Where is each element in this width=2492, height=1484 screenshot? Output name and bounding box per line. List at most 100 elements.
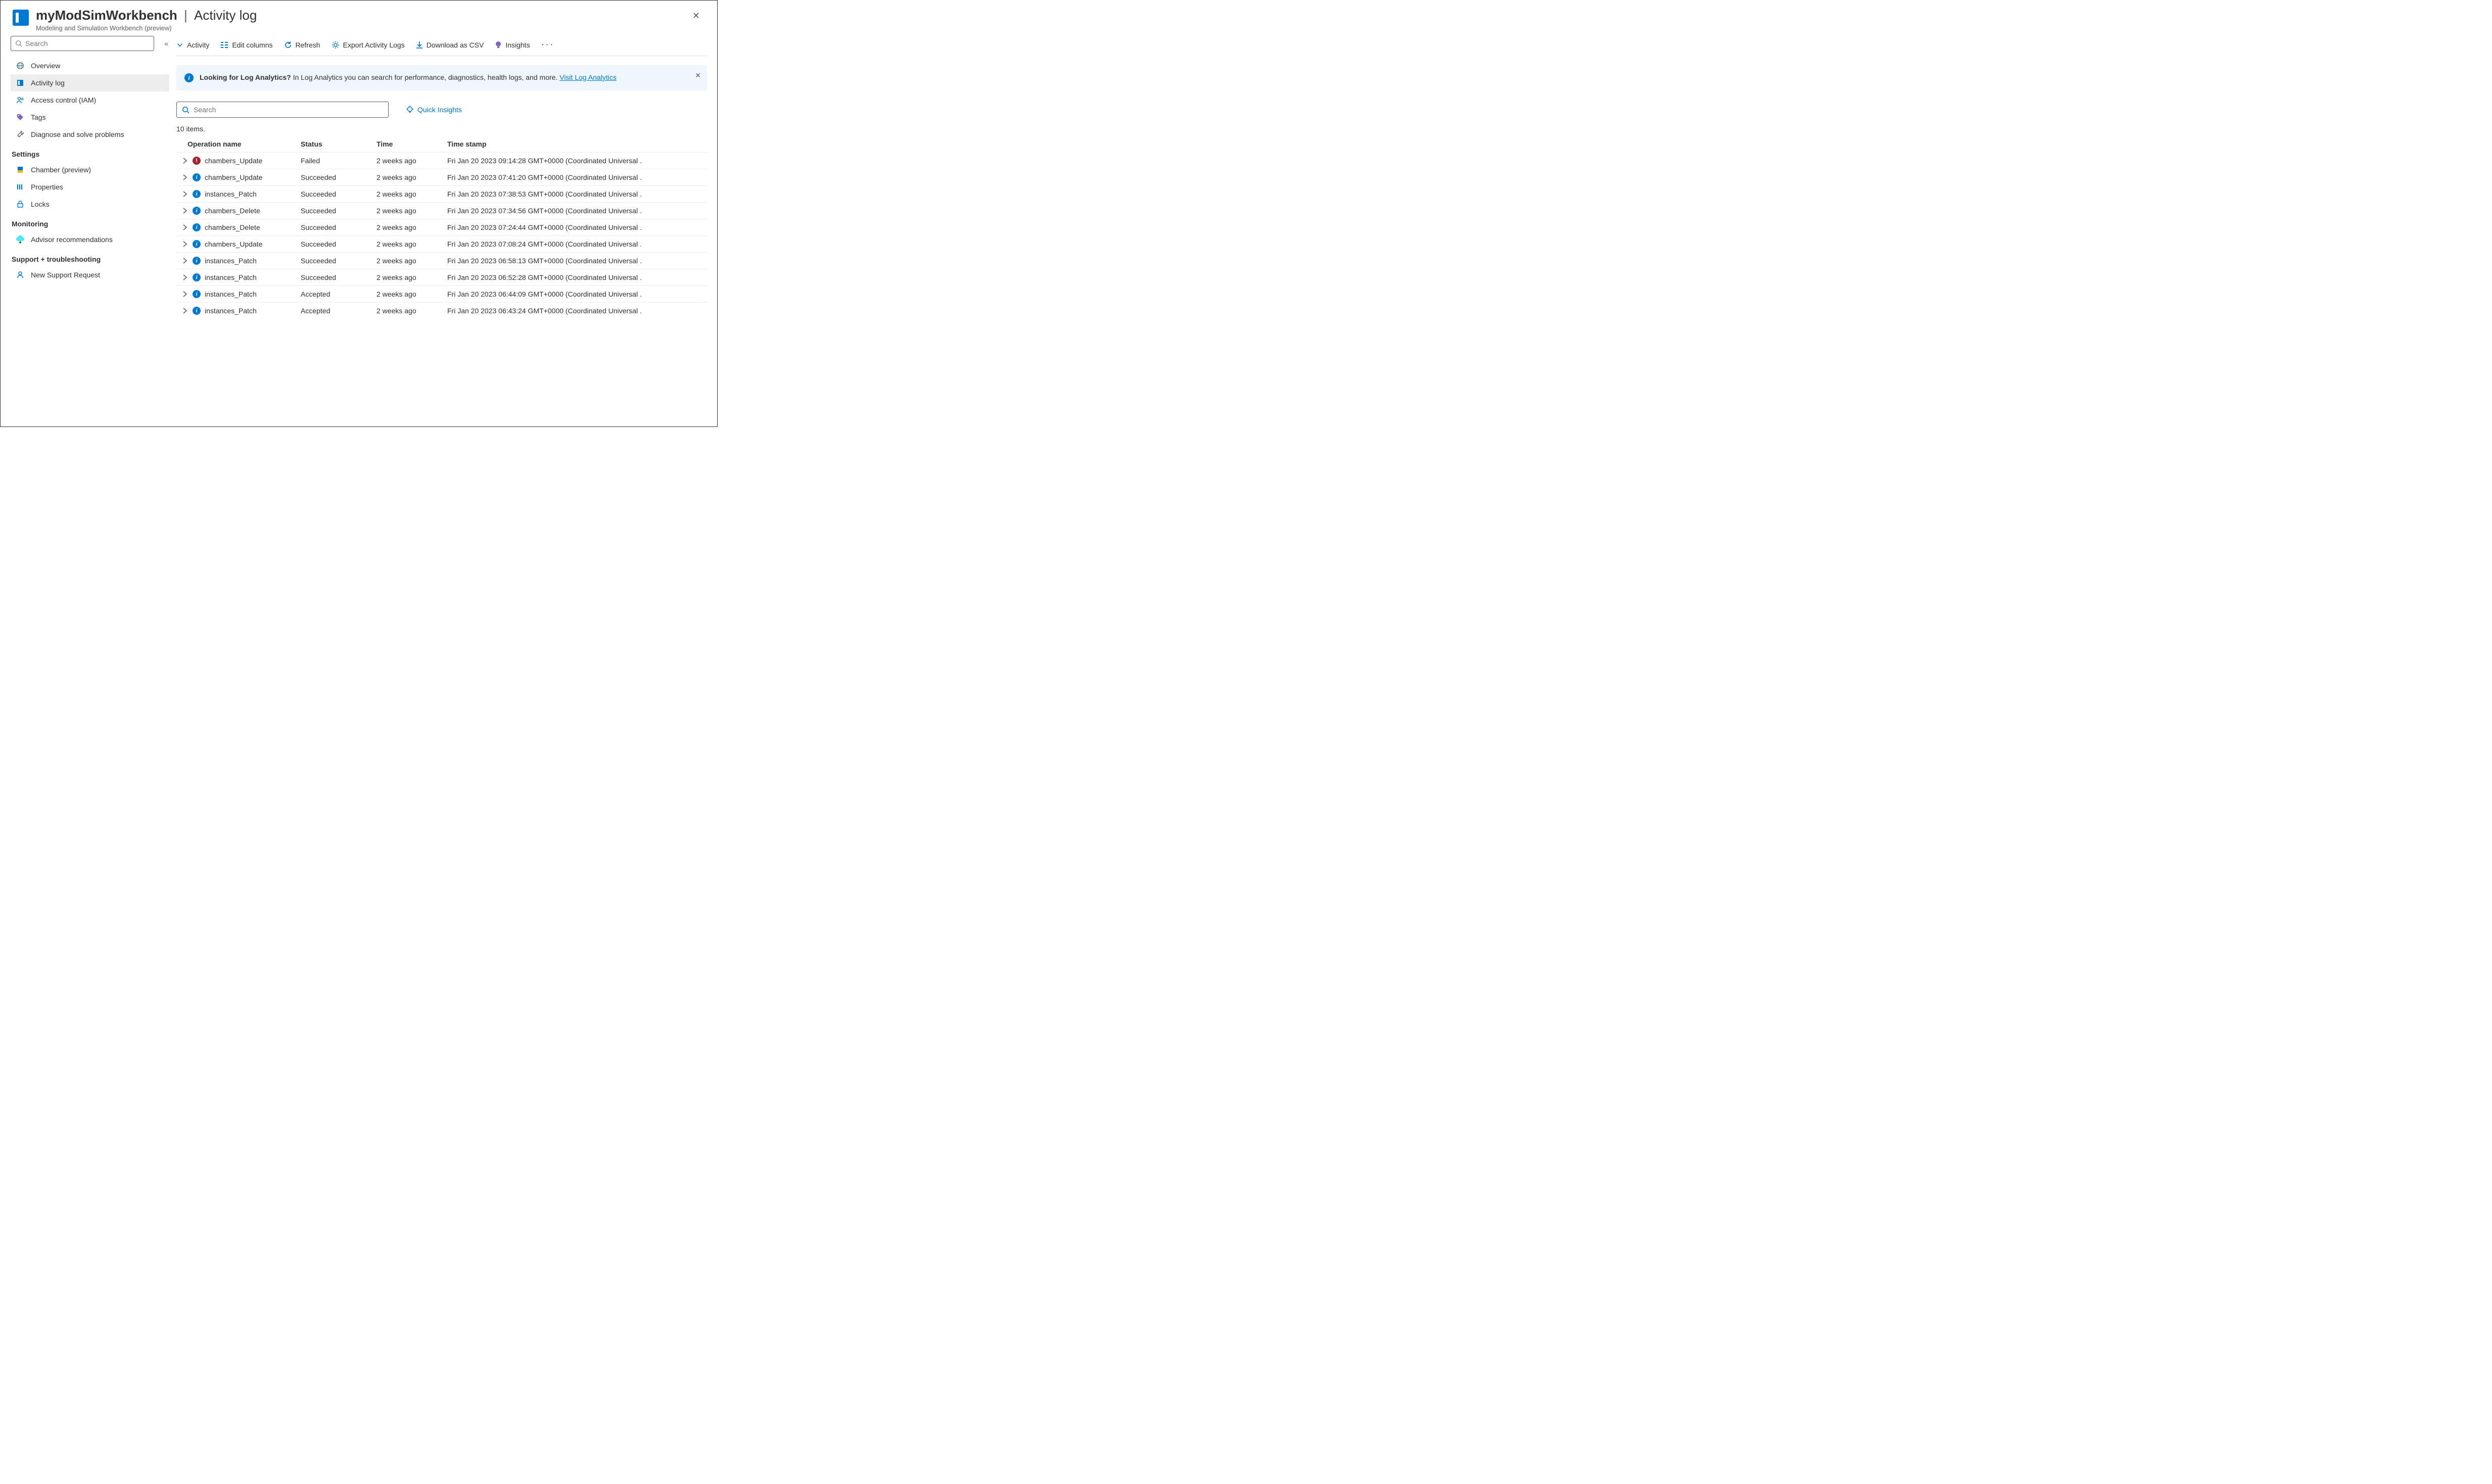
cell-time: 2 weeks ago — [377, 307, 447, 315]
globe-icon — [16, 61, 25, 70]
sidebar-item-tags[interactable]: Tags — [11, 109, 169, 126]
sidebar-item-label: Access control (IAM) — [31, 96, 96, 104]
log-icon — [16, 78, 25, 87]
table-row[interactable]: ichambers_UpdateSucceeded2 weeks agoFri … — [176, 169, 707, 185]
sidebar-search-input[interactable] — [25, 39, 150, 47]
table-row[interactable]: ichambers_DeleteSucceeded2 weeks agoFri … — [176, 202, 707, 219]
cell-operation: chambers_Delete — [205, 223, 260, 231]
cell-time: 2 weeks ago — [377, 240, 447, 248]
sidebar-item-label: New Support Request — [31, 271, 100, 279]
cell-time: 2 weeks ago — [377, 157, 447, 165]
sidebar-item-label: Overview — [31, 62, 60, 70]
sidebar-item-chamber[interactable]: Chamber (preview) — [11, 161, 169, 178]
sidebar-item-locks[interactable]: Locks — [11, 196, 169, 213]
edit-columns-button[interactable]: Edit columns — [220, 41, 272, 49]
collapse-sidebar-button[interactable]: « — [160, 37, 172, 50]
export-button[interactable]: Export Activity Logs — [332, 41, 405, 49]
cell-status: Accepted — [301, 290, 377, 298]
banner-link[interactable]: Visit Log Analytics — [559, 73, 617, 81]
sidebar-search[interactable] — [11, 36, 154, 51]
cell-time: 2 weeks ago — [377, 223, 447, 231]
table-row[interactable]: iinstances_PatchSucceeded2 weeks agoFri … — [176, 252, 707, 269]
cell-time: 2 weeks ago — [377, 290, 447, 298]
resource-subtitle: Modeling and Simulation Workbench (previ… — [36, 24, 257, 32]
toolbar-more-button[interactable]: ··· — [541, 39, 554, 51]
status-info-icon: i — [193, 173, 201, 181]
sidebar-item-label: Activity log — [31, 79, 65, 87]
toolbar-label: Insights — [505, 41, 530, 49]
toolbar-label: Refresh — [296, 41, 320, 49]
table-row[interactable]: ichambers_UpdateSucceeded2 weeks agoFri … — [176, 235, 707, 252]
refresh-icon — [284, 41, 292, 49]
sidebar-item-overview[interactable]: Overview — [11, 57, 169, 74]
table-row[interactable]: iinstances_PatchSucceeded2 weeks agoFri … — [176, 269, 707, 285]
table-row[interactable]: i chambers_Delete Succeeded2 weeks agoFri … — [176, 219, 707, 235]
chevron-right-icon[interactable] — [182, 241, 187, 247]
info-banner: i Looking for Log Analytics? In Log Anal… — [176, 65, 707, 90]
lightbulb-outline-icon — [406, 106, 414, 114]
chevron-right-icon[interactable] — [182, 191, 187, 197]
resource-type-icon — [13, 10, 29, 26]
sidebar-item-advisor[interactable]: Advisor recommendations — [11, 231, 169, 248]
col-header-operation[interactable]: Operation name — [179, 140, 301, 148]
sidebar-item-diagnose[interactable]: Diagnose and solve problems — [11, 126, 169, 143]
table-row[interactable]: iinstances_PatchAccepted2 weeks agoFri J… — [176, 302, 707, 319]
col-header-timestamp[interactable]: Time stamp — [447, 140, 704, 148]
close-button[interactable]: ✕ — [687, 8, 705, 24]
cell-time: 2 weeks ago — [377, 190, 447, 198]
sidebar-item-access-control[interactable]: Access control (IAM) — [11, 91, 169, 109]
sidebar-item-label: Chamber (preview) — [31, 166, 91, 174]
main-content: Activity Edit columns Refresh Export Act… — [172, 36, 717, 426]
toolbar-label: Edit columns — [232, 41, 272, 49]
sidebar-item-support[interactable]: New Support Request — [11, 266, 169, 283]
cell-operation: chambers_Update — [205, 157, 262, 165]
sidebar-item-activity-log[interactable]: Activity log — [11, 74, 169, 91]
cell-status: Succeeded — [301, 223, 377, 231]
col-header-time[interactable]: Time — [377, 140, 447, 148]
chevron-right-icon[interactable] — [182, 208, 187, 214]
cell-status: Succeeded — [301, 240, 377, 248]
banner-close-button[interactable]: ✕ — [695, 71, 701, 80]
chevron-right-icon[interactable] — [182, 174, 187, 180]
cell-timestamp: Fri Jan 20 2023 09:14:28 GMT+0000 (Coord… — [447, 157, 704, 165]
refresh-button[interactable]: Refresh — [284, 41, 320, 49]
cell-timestamp: Fri Jan 20 2023 07:24:44 GMT+0000 (Coord… — [447, 223, 704, 231]
table-row[interactable]: iinstances_PatchAccepted2 weeks agoFri J… — [176, 285, 707, 302]
table-row[interactable]: !chambers_UpdateFailed2 weeks agoFri Jan… — [176, 152, 707, 169]
log-search[interactable] — [176, 102, 389, 118]
chevron-right-icon[interactable] — [182, 274, 187, 280]
cell-operation: instances_Patch — [205, 190, 257, 198]
lightbulb-icon — [495, 41, 502, 49]
sidebar-item-label: Properties — [31, 183, 63, 191]
cell-operation: instances_Patch — [205, 257, 257, 265]
cell-timestamp: Fri Jan 20 2023 07:38:53 GMT+0000 (Coord… — [447, 190, 704, 198]
quick-insights-button[interactable]: Quick Insights — [406, 106, 462, 114]
col-header-status[interactable]: Status — [301, 140, 377, 148]
activity-dropdown[interactable]: Activity — [176, 41, 209, 49]
chevron-down-icon — [176, 41, 183, 49]
columns-icon — [220, 41, 228, 49]
toolbar-label: Download as CSV — [427, 41, 484, 49]
chevron-right-icon[interactable] — [182, 224, 187, 230]
tag-icon — [16, 113, 25, 122]
chevron-right-icon[interactable] — [182, 258, 187, 264]
cell-status: Succeeded — [301, 190, 377, 198]
status-info-icon: i — [193, 257, 201, 265]
chevron-right-icon[interactable] — [182, 308, 187, 314]
sidebar-item-properties[interactable]: Properties — [11, 178, 169, 196]
nav-list: Overview Activity log Access control (IAM)… — [11, 57, 172, 283]
chevron-right-icon[interactable] — [182, 158, 187, 164]
cell-status: Succeeded — [301, 257, 377, 265]
log-search-input[interactable] — [194, 106, 383, 114]
search-icon — [182, 106, 190, 114]
cell-timestamp: Fri Jan 20 2023 06:44:09 GMT+0000 (Coord… — [447, 290, 704, 298]
table-row[interactable]: iinstances_PatchSucceeded2 weeks agoFri … — [176, 185, 707, 202]
insights-button[interactable]: Insights — [495, 41, 530, 49]
chevron-right-icon[interactable] — [182, 291, 187, 297]
support-icon — [16, 270, 25, 279]
status-info-icon: i — [193, 223, 201, 231]
cell-timestamp: Fri Jan 20 2023 06:58:13 GMT+0000 (Coord… — [447, 257, 704, 265]
cell-status: Succeeded — [301, 173, 377, 181]
cell-status: Accepted — [301, 307, 377, 315]
download-csv-button[interactable]: Download as CSV — [416, 41, 484, 49]
